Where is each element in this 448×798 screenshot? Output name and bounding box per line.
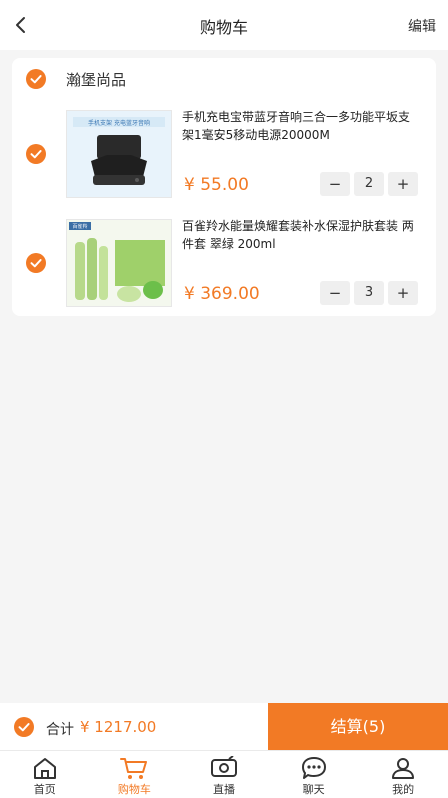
thumb-caption: 百雀羚 [72,223,87,230]
product-name[interactable]: 手机充电宝带蓝牙音响三合一多功能平坂支架1毫安5移动电源20000M [182,108,418,144]
check-icon [30,75,42,84]
shop-checkbox[interactable] [26,69,46,89]
chat-icon [301,757,326,779]
increase-button[interactable]: + [388,172,418,196]
home-icon [33,758,56,779]
tab-label: 购物车 [117,783,151,796]
total-amount: ¥ 1217.00 [80,718,157,736]
tab-label: 首页 [33,783,56,796]
tab-label: 聊天 [302,783,325,796]
product-price: ¥ 369.00 [184,284,260,304]
quantity-stepper: − 2 + [320,172,418,196]
top-bar: 购物车 编辑 [0,0,448,50]
edit-button[interactable]: 编辑 [408,16,436,36]
cart-icon [120,758,148,779]
item-checkbox[interactable] [26,144,46,164]
page-title: 购物车 [199,18,248,37]
shop-cart-group: 瀚堡尚品 手机支架 充电蓝牙音响 手机充电宝带蓝牙音响三合一多功能平坂支架1毫安… [12,58,436,316]
product-name[interactable]: 百雀羚水能量焕耀套装补水保湿护肤套装 两件套 翠绿 200ml [182,217,418,253]
checkout-bar: 合计 ¥ 1217.00 结算(5) [0,703,448,750]
tab-live[interactable]: 直播 [179,751,269,798]
profile-icon [392,758,415,779]
select-all-checkbox[interactable] [14,717,34,737]
product-image[interactable]: 百雀羚 [66,219,172,307]
quantity-value[interactable]: 2 [354,172,384,196]
tab-home[interactable]: 首页 [0,751,90,798]
tab-chat[interactable]: 聊天 [269,751,359,798]
tab-profile[interactable]: 我的 [358,751,448,798]
product-image[interactable]: 手机支架 充电蓝牙音响 [66,110,172,198]
total-label: 合计 [46,722,74,738]
bottom-tab-bar: 首页 购物车 直播 聊天 我的 [0,750,448,798]
decrease-button[interactable]: − [320,281,350,305]
checkout-button[interactable]: 结算(5) [268,703,448,750]
thumb-caption: 手机支架 充电蓝牙音响 [88,119,150,127]
tab-label: 我的 [392,783,415,796]
phone-stand-image: 手机支架 充电蓝牙音响 [67,111,171,197]
tab-cart[interactable]: 购物车 [90,751,180,798]
quantity-value[interactable]: 3 [354,281,384,305]
tab-label: 直播 [212,783,235,796]
check-icon [30,150,42,159]
increase-button[interactable]: + [388,281,418,305]
skincare-set-image: 百雀羚 [67,220,171,306]
shop-name: 瀚堡尚品 [66,71,127,89]
check-icon [18,723,30,732]
product-price: ¥ 55.00 [184,175,249,195]
item-checkbox[interactable] [26,253,46,273]
decrease-button[interactable]: − [320,172,350,196]
live-icon [210,756,237,777]
quantity-stepper: − 3 + [320,281,418,305]
check-icon [30,259,42,268]
